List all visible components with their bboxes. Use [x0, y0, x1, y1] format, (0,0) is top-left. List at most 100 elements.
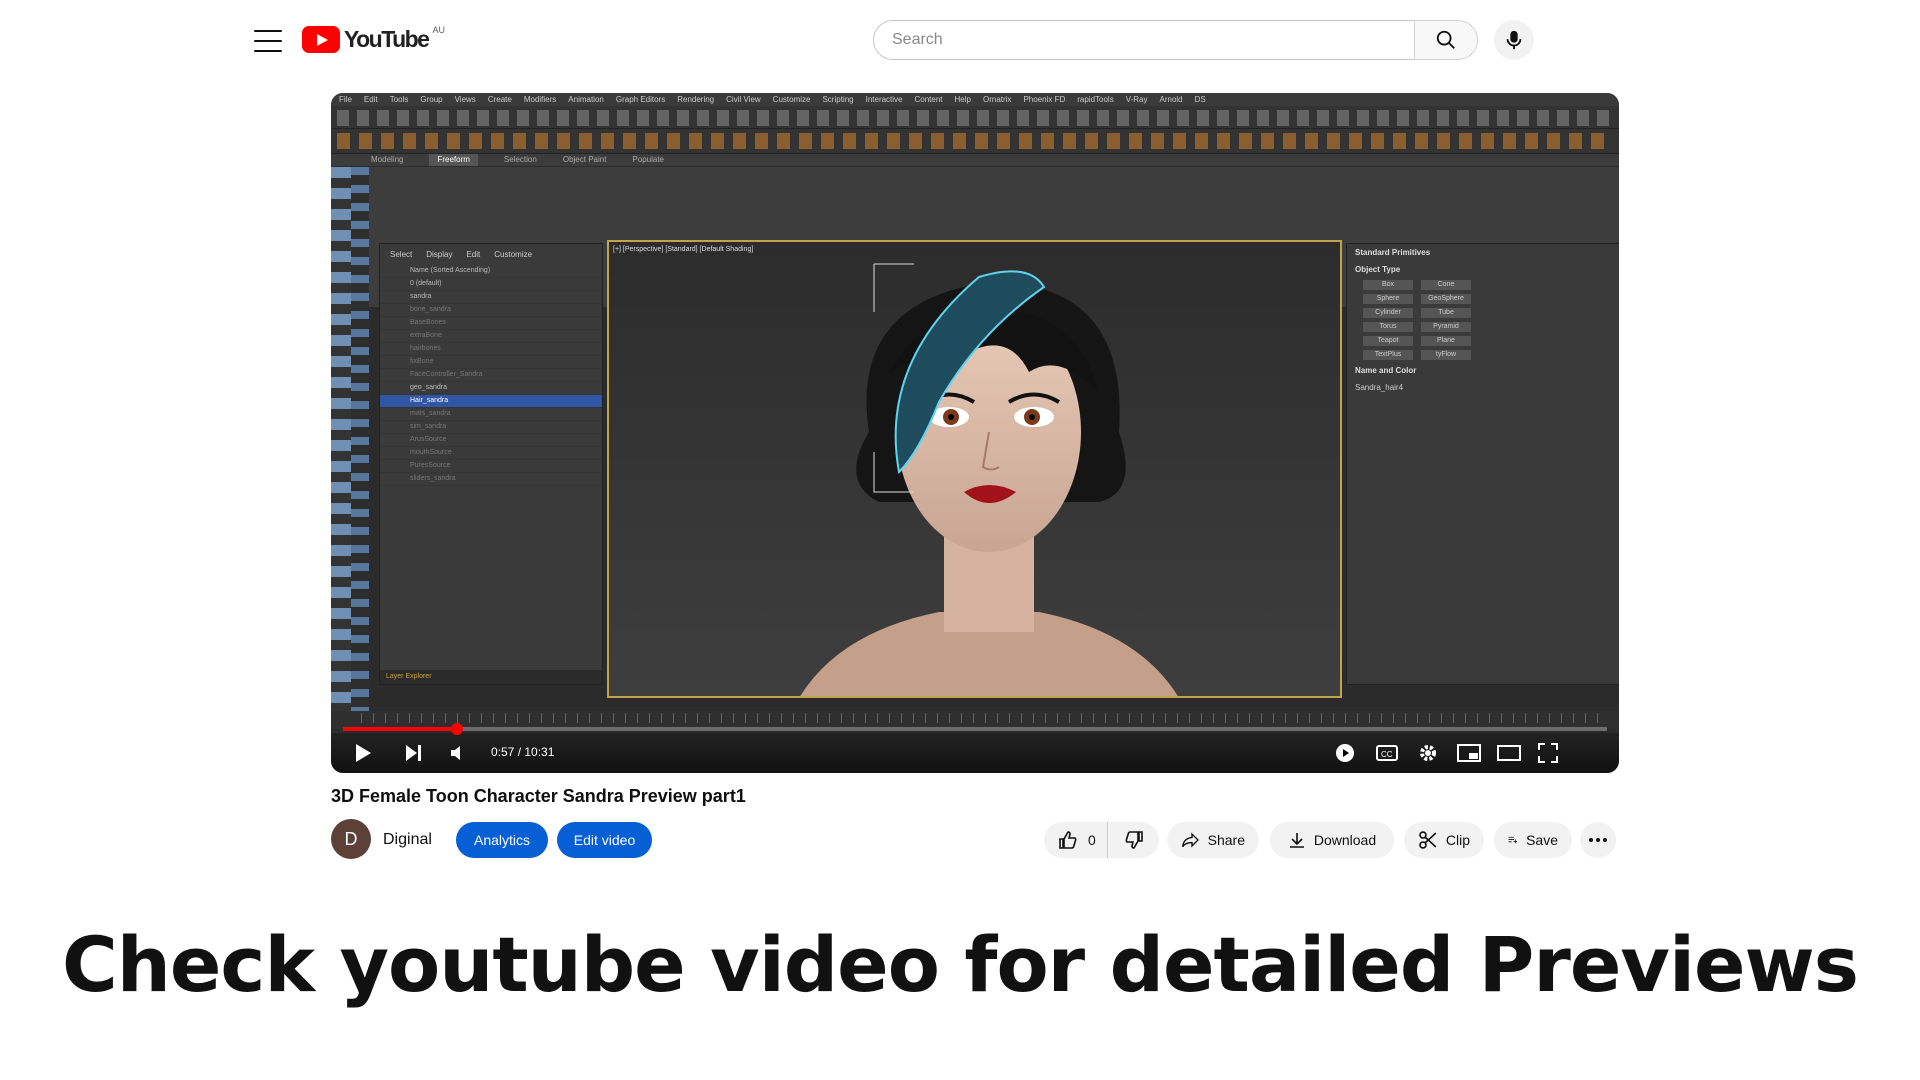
explorer-row[interactable]: ArusSource: [380, 434, 602, 447]
explorer-menu-item[interactable]: Edit: [466, 250, 480, 259]
object-type-button[interactable]: TextPlus: [1363, 350, 1413, 360]
app-menu-item[interactable]: Arnold: [1160, 93, 1183, 106]
explorer-row[interactable]: FaceController_Sandra: [380, 369, 602, 382]
object-type-button[interactable]: Sphere: [1363, 294, 1413, 304]
captions-icon: CC: [1376, 745, 1398, 761]
dislike-button[interactable]: [1108, 830, 1159, 850]
video-player[interactable]: File Edit Tools Group Views Create Modifiers An…: [331, 93, 1619, 773]
channel-name[interactable]: Diginal: [383, 831, 432, 849]
object-type-button[interactable]: Cone: [1421, 280, 1471, 290]
voice-search-button[interactable]: [1494, 20, 1534, 60]
explorer-row[interactable]: PuresSource: [380, 460, 602, 473]
app-menu-item[interactable]: Create: [488, 93, 512, 106]
volume-button[interactable]: [447, 743, 471, 763]
app-menu-item[interactable]: Animation: [568, 93, 604, 106]
analytics-button[interactable]: Analytics: [456, 822, 548, 858]
explorer-row[interactable]: Hair_sandra: [380, 395, 602, 408]
object-type-button[interactable]: Pyramid: [1421, 322, 1471, 332]
object-type-header: Object Type: [1355, 265, 1401, 274]
share-icon: [1182, 832, 1199, 848]
theater-mode-button[interactable]: [1497, 743, 1521, 763]
app-toolbar-main: [331, 106, 1619, 129]
explorer-row[interactable]: fixBone: [380, 356, 602, 369]
thumbs-down-icon: [1125, 831, 1143, 849]
ribbon-tab[interactable]: Selection: [504, 154, 537, 166]
youtube-logo[interactable]: YouTube AU: [302, 24, 445, 53]
fullscreen-button[interactable]: [1537, 742, 1559, 764]
app-menu-item[interactable]: File: [339, 93, 352, 106]
explorer-row[interactable]: Name (Sorted Ascending): [380, 265, 602, 278]
play-icon: [356, 744, 371, 762]
object-type-button[interactable]: Tube: [1421, 308, 1471, 318]
scene-explorer-footer: Layer Explorer: [380, 670, 602, 684]
object-type-button[interactable]: Torus: [1363, 322, 1413, 332]
ribbon-tab[interactable]: Object Paint: [563, 154, 607, 166]
app-menu-item[interactable]: Graph Editors: [616, 93, 665, 106]
object-type-button[interactable]: GeoSphere: [1421, 294, 1471, 304]
explorer-row[interactable]: BaseBones: [380, 317, 602, 330]
app-menu-item[interactable]: Interactive: [866, 93, 903, 106]
app-menu-item[interactable]: Phoenix FD: [1023, 93, 1065, 106]
explorer-row[interactable]: sim_sandra: [380, 421, 602, 434]
explorer-menu-item[interactable]: Display: [426, 250, 452, 259]
share-button[interactable]: Share: [1167, 822, 1259, 858]
explorer-row[interactable]: 0 (default): [380, 278, 602, 291]
search-icon: [1436, 30, 1455, 49]
country-code: AU: [432, 24, 445, 35]
object-type-button[interactable]: Box: [1363, 280, 1413, 290]
app-menu-item[interactable]: Group: [420, 93, 442, 106]
channel-avatar[interactable]: D: [331, 819, 371, 859]
app-menu-item[interactable]: Content: [915, 93, 943, 106]
app-menu-item[interactable]: Ornatrix: [983, 93, 1011, 106]
like-button[interactable]: 0: [1044, 822, 1108, 858]
app-menu-item[interactable]: Rendering: [677, 93, 714, 106]
app-menu-item[interactable]: Edit: [364, 93, 378, 106]
app-menu-item[interactable]: DS: [1195, 93, 1206, 106]
menu-icon[interactable]: [254, 30, 282, 52]
explorer-row[interactable]: hairbones: [380, 343, 602, 356]
explorer-row[interactable]: bone_sandra: [380, 304, 602, 317]
app-menu-item[interactable]: Tools: [390, 93, 409, 106]
explorer-row[interactable]: geo_sandra: [380, 382, 602, 395]
app-menu-item[interactable]: V-Ray: [1126, 93, 1148, 106]
caption-text: Check youtube video for detailed Preview…: [62, 920, 1859, 1009]
app-menu-item[interactable]: Scripting: [822, 93, 853, 106]
object-type-button[interactable]: tyFlow: [1421, 350, 1471, 360]
explorer-menu-item[interactable]: Customize: [494, 250, 532, 259]
object-type-button[interactable]: Teapot: [1363, 336, 1413, 346]
settings-button[interactable]: [1417, 742, 1439, 764]
app-menu-item[interactable]: Civil View: [726, 93, 761, 106]
more-actions-button[interactable]: [1580, 822, 1616, 858]
app-menu-item[interactable]: Customize: [773, 93, 811, 106]
explorer-row[interactable]: mouthSource: [380, 447, 602, 460]
edit-video-button[interactable]: Edit video: [557, 822, 652, 858]
explorer-menu-item[interactable]: Select: [390, 250, 412, 259]
app-menu-item[interactable]: Modifiers: [524, 93, 556, 106]
captions-button[interactable]: CC: [1376, 743, 1398, 763]
explorer-row[interactable]: mats_sandra: [380, 408, 602, 421]
ribbon-tab[interactable]: Modeling: [371, 154, 403, 166]
play-button[interactable]: [351, 743, 375, 763]
object-name-field[interactable]: Sandra_hair4: [1347, 379, 1619, 396]
primitives-dropdown[interactable]: Standard Primitives: [1347, 244, 1619, 261]
next-button[interactable]: [401, 743, 425, 763]
object-type-button[interactable]: Cylinder: [1363, 308, 1413, 318]
autoplay-toggle[interactable]: [1334, 742, 1356, 764]
ribbon-tab[interactable]: Populate: [632, 154, 664, 166]
progress-bar[interactable]: [343, 723, 1607, 735]
progress-scrubber[interactable]: [450, 723, 463, 735]
download-button[interactable]: Download: [1270, 822, 1394, 858]
save-button[interactable]: Save: [1494, 822, 1572, 858]
ribbon-tab[interactable]: Freeform: [429, 154, 478, 166]
explorer-row[interactable]: sliders_sandra: [380, 473, 602, 486]
explorer-row[interactable]: extraBone: [380, 330, 602, 343]
miniplayer-button[interactable]: [1457, 743, 1481, 763]
search-button[interactable]: [1414, 20, 1478, 60]
object-type-button[interactable]: Plane: [1421, 336, 1471, 346]
app-menu-item[interactable]: Views: [455, 93, 476, 106]
explorer-row[interactable]: sandra: [380, 291, 602, 304]
app-menu-item[interactable]: rapidTools: [1077, 93, 1113, 106]
clip-button[interactable]: Clip: [1404, 822, 1484, 858]
search-input[interactable]: [890, 30, 1414, 50]
app-menu-item[interactable]: Help: [955, 93, 971, 106]
